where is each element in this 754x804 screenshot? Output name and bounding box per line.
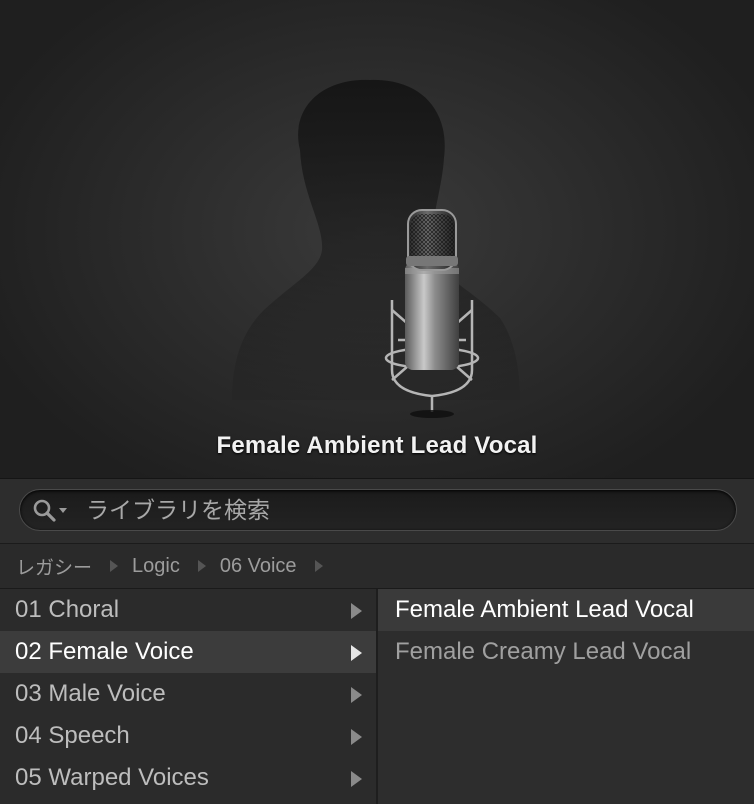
patch-label: Female Creamy Lead Vocal: [395, 638, 692, 665]
patch-preview: Female Ambient Lead Vocal: [0, 0, 754, 479]
category-item-male-voice[interactable]: 03 Male Voice: [0, 673, 376, 715]
category-item-choral[interactable]: 01 Choral: [0, 589, 376, 631]
chevron-right-icon: [351, 645, 362, 661]
search-bar: [0, 479, 754, 544]
chevron-right-icon: [351, 687, 362, 703]
breadcrumb-item-logic[interactable]: Logic: [132, 555, 180, 578]
chevron-right-icon: [351, 771, 362, 787]
category-label: 03 Male Voice: [15, 680, 166, 707]
category-label: 04 Speech: [15, 722, 130, 749]
microphone-illustration: [232, 79, 520, 418]
patch-item-female-ambient-lead-vocal[interactable]: Female Ambient Lead Vocal: [378, 589, 754, 631]
patch-item-female-creamy-lead-vocal[interactable]: Female Creamy Lead Vocal: [378, 631, 754, 673]
chevron-right-icon: [351, 603, 362, 619]
category-item-warped-voices[interactable]: 05 Warped Voices: [0, 757, 376, 799]
patch-title: Female Ambient Lead Vocal: [216, 432, 538, 459]
breadcrumb-separator-icon: [197, 560, 206, 572]
category-column: 01 Choral 02 Female Voice 03 Male Voice …: [0, 589, 378, 804]
chevron-right-icon: [351, 729, 362, 745]
breadcrumb: レガシー Logic 06 Voice: [0, 544, 754, 589]
category-label: 05 Warped Voices: [15, 764, 209, 791]
breadcrumb-item-legacy[interactable]: レガシー: [16, 553, 92, 580]
search-field[interactable]: [19, 489, 737, 531]
mic-body: [405, 262, 459, 370]
category-label: 02 Female Voice: [15, 638, 194, 665]
search-input[interactable]: [84, 494, 718, 528]
breadcrumb-separator-icon: [314, 560, 323, 572]
category-item-female-voice[interactable]: 02 Female Voice: [0, 631, 376, 673]
search-icon[interactable]: [32, 498, 76, 524]
breadcrumb-separator-icon: [110, 560, 119, 572]
category-label: 01 Choral: [15, 596, 120, 623]
patch-label: Female Ambient Lead Vocal: [395, 596, 694, 623]
library-browser: 01 Choral 02 Female Voice 03 Male Voice …: [0, 589, 754, 804]
silhouette-shape: [232, 79, 520, 400]
category-item-speech[interactable]: 04 Speech: [0, 715, 376, 757]
breadcrumb-item-voice[interactable]: 06 Voice: [220, 555, 297, 578]
patch-column: Female Ambient Lead Vocal Female Creamy …: [378, 589, 754, 804]
